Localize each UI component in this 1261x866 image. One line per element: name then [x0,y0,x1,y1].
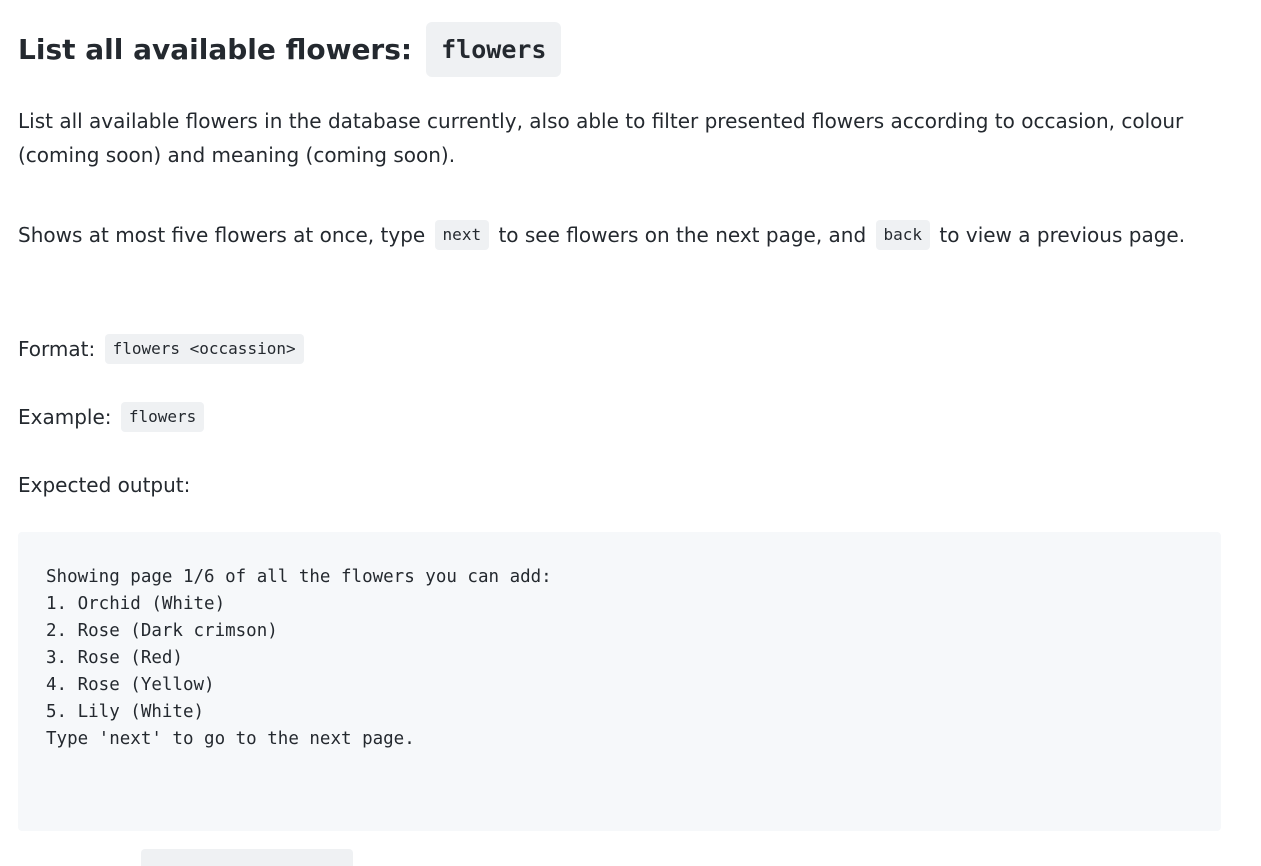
output-line: 1. Orchid (White) [46,594,226,614]
format-label: Format: [18,337,96,361]
example-code: flowers [120,401,205,432]
paging-paragraph: Shows at most five flowers at once, type… [18,218,1221,252]
section-heading-text: List all available flowers: [18,33,413,66]
cut-off-code [141,848,354,866]
section-heading-code: flowers [426,22,562,77]
example-paragraph: Example: flowers [18,400,1221,434]
paging-text-3: to view a previous page. [939,223,1186,247]
expected-output-code-block: Showing page 1/6 of all the flowers you … [18,532,1221,831]
output-line: Type 'next' to go to the next page. [46,729,415,749]
next-command-code: next [434,219,490,250]
cut-off-next-paragraph [18,848,356,866]
description-paragraph: List all available flowers in the databa… [18,109,1184,167]
example-label: Example: [18,405,112,429]
output-line: 4. Rose (Yellow) [46,675,215,695]
paging-text-2: to see flowers on the next page, and [498,223,867,247]
expected-output-label: Expected output: [18,473,191,497]
back-command-code: back [875,219,931,250]
paging-text-1: Shows at most five flowers at once, type [18,223,426,247]
format-paragraph: Format: flowers <occassion> [18,332,1221,366]
output-line: 2. Rose (Dark crimson) [46,621,278,641]
output-line: Showing page 1/6 of all the flowers you … [46,567,552,587]
output-line: 5. Lily (White) [46,702,205,722]
output-line: 3. Rose (Red) [46,648,183,668]
format-code: flowers <occassion> [104,333,304,364]
section-heading: List all available flowers: flowers [18,22,562,77]
